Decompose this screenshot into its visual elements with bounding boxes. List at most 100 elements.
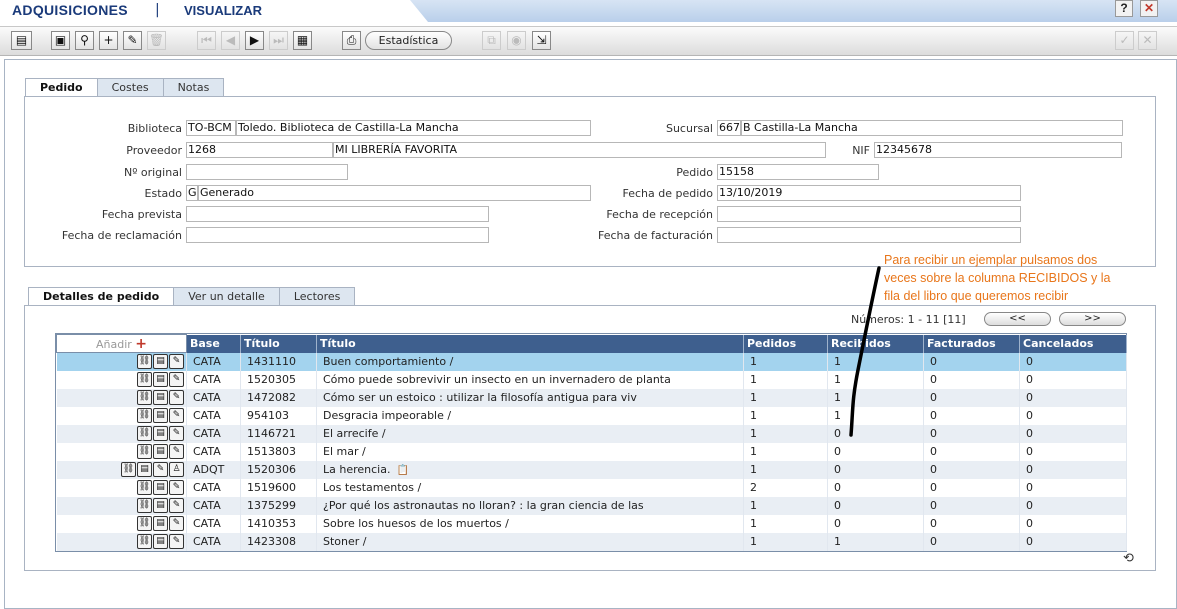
original-field[interactable] bbox=[186, 164, 348, 180]
link-icon[interactable]: ⛓ bbox=[137, 498, 152, 513]
fecha-pedido-field[interactable]: 13/10/2019 bbox=[717, 185, 1021, 201]
proveedor-code-field[interactable]: 1268 bbox=[186, 142, 333, 158]
next-page-button[interactable]: >> bbox=[1059, 312, 1126, 326]
nif-field[interactable]: 12345678 bbox=[874, 142, 1122, 158]
export-icon[interactable]: ⇲ bbox=[532, 31, 551, 50]
table-view-icon[interactable]: ▦ bbox=[293, 31, 312, 50]
fecha-recepcion-field[interactable] bbox=[717, 206, 1021, 222]
refresh-icon[interactable]: ⟲ bbox=[1123, 551, 1134, 566]
next-record-icon[interactable]: ▶ bbox=[245, 31, 264, 50]
column-pedidos[interactable]: Pedidos bbox=[743, 334, 828, 353]
tab-notas[interactable]: Notas bbox=[162, 78, 225, 97]
edit-icon[interactable]: ✎ bbox=[169, 354, 184, 370]
edit-icon[interactable]: ✎ bbox=[123, 31, 142, 50]
fecha-facturacion-field[interactable] bbox=[717, 227, 1021, 243]
reader-icon[interactable]: ♙ bbox=[169, 462, 184, 477]
receipt-icon[interactable]: ▤ bbox=[153, 354, 168, 370]
column-facturados[interactable]: Facturados bbox=[923, 334, 1020, 353]
table-row[interactable]: ⛓ ▤ ✎ CATA 954103 Desgracia impeorable /1 1 0 0 bbox=[56, 406, 1127, 425]
sucursal-name-field[interactable]: B Castilla-La Mancha bbox=[741, 120, 1123, 136]
table-row[interactable]: ⛓ ▤ ✎ CATA 1410353 Sobre los huesos de los mu… bbox=[56, 514, 1127, 533]
edit-icon[interactable]: ✎ bbox=[169, 426, 184, 441]
link-icon[interactable]: ⛓ bbox=[137, 444, 152, 459]
table-row[interactable]: ⛓ ▤ ✎ CATA 1146721 El arrecife /1 0 0 0 bbox=[56, 424, 1127, 443]
biblioteca-code-field[interactable]: TO-BCM bbox=[186, 120, 236, 136]
edit-icon[interactable]: ✎ bbox=[169, 390, 184, 405]
previous-record-icon[interactable]: ◀ bbox=[221, 31, 240, 50]
estado-code-field[interactable]: G bbox=[186, 185, 198, 201]
pedido-field[interactable]: 15158 bbox=[717, 164, 879, 180]
delete-icon[interactable]: 🗑 bbox=[147, 31, 166, 50]
statistics-button[interactable]: Estadística bbox=[365, 31, 452, 50]
copy-icon[interactable]: ⧉ bbox=[482, 31, 501, 50]
table-row[interactable]: ⛓ ▤ ✎ CATA 1513803 El mar /1 0 0 0 bbox=[56, 442, 1127, 461]
receipt-icon[interactable]: ▤ bbox=[153, 498, 168, 513]
view-menu-icon[interactable]: ▤ bbox=[11, 31, 32, 50]
tab-lectores[interactable]: Lectores bbox=[278, 287, 356, 306]
table-row[interactable]: ⛓ ▤ ✎ CATA 1520305 Cómo puede sobrevivir un i… bbox=[56, 370, 1127, 389]
receipt-icon[interactable]: ▤ bbox=[153, 444, 168, 459]
tab-pedido[interactable]: Pedido bbox=[25, 78, 98, 98]
edit-icon[interactable]: ✎ bbox=[169, 534, 184, 549]
link-icon[interactable]: ⛓ bbox=[137, 390, 152, 405]
column-base[interactable]: Base bbox=[186, 334, 241, 353]
tab-ver-detalle[interactable]: Ver un detalle bbox=[173, 287, 280, 306]
edit-icon[interactable]: ✎ bbox=[169, 444, 184, 459]
print-icon[interactable]: ⎙ bbox=[342, 31, 361, 50]
link-icon[interactable]: ⛓ bbox=[137, 354, 152, 370]
receipt-icon[interactable]: ▤ bbox=[153, 516, 168, 531]
link-icon[interactable]: ⛓ bbox=[137, 426, 152, 441]
edit-icon[interactable]: ✎ bbox=[169, 372, 184, 387]
help-button[interactable]: ? bbox=[1115, 0, 1133, 17]
link-icon[interactable]: ⛓ bbox=[137, 480, 152, 495]
link-icon[interactable]: ⛓ bbox=[137, 372, 152, 387]
column-titulo[interactable]: Título bbox=[316, 334, 744, 353]
table-row[interactable]: ⛓ ▤ ✎ CATA 1431110 Buen comportamiento /1 1 0 0 bbox=[56, 352, 1127, 371]
link-icon[interactable]: ⛓ bbox=[137, 408, 152, 423]
proveedor-name-field[interactable]: MI LIBRERÍA FAVORITA bbox=[333, 142, 826, 158]
table-row[interactable]: ⛓ ▤ ✎ ♙ ADQT 1520306 La herencia. 📋 1 0 0 0 bbox=[56, 460, 1127, 479]
cancel-icon[interactable]: ✕ bbox=[1138, 31, 1157, 50]
close-button[interactable]: ✕ bbox=[1140, 0, 1158, 17]
table-row[interactable]: ⛓ ▤ ✎ CATA 1519600 Los testamentos /2 0 0 0 bbox=[56, 478, 1127, 497]
receipt-icon[interactable]: ▤ bbox=[153, 426, 168, 441]
receipt-icon[interactable]: ▤ bbox=[153, 408, 168, 423]
table-row[interactable]: ⛓ ▤ ✎ CATA 1472082 Cómo ser un estoico : util… bbox=[56, 388, 1127, 407]
receipt-icon[interactable]: ▤ bbox=[153, 480, 168, 495]
sucursal-code-field[interactable]: 667 bbox=[717, 120, 741, 136]
form-view-icon[interactable]: ▣ bbox=[51, 31, 70, 50]
receipt-icon[interactable]: ▤ bbox=[153, 534, 168, 549]
column-titulo-code[interactable]: Título bbox=[240, 334, 317, 353]
add-line-button[interactable]: Añadir + bbox=[56, 334, 187, 353]
link-icon[interactable]: ⛓ bbox=[121, 462, 136, 477]
edit-icon[interactable]: ✎ bbox=[169, 480, 184, 495]
edit-icon[interactable]: ✎ bbox=[169, 408, 184, 423]
tab-detalles-pedido[interactable]: Detalles de pedido bbox=[28, 287, 175, 307]
note-icon[interactable]: 📋 bbox=[396, 465, 408, 476]
link-icon[interactable]: ⛓ bbox=[137, 516, 152, 531]
tab-costes[interactable]: Costes bbox=[96, 78, 164, 97]
last-record-icon[interactable]: ⏭ bbox=[269, 31, 288, 50]
edit-icon[interactable]: ✎ bbox=[153, 462, 168, 477]
biblioteca-name-field[interactable]: Toledo. Biblioteca de Castilla-La Mancha bbox=[236, 120, 591, 136]
column-recibidos[interactable]: Recibidos bbox=[827, 334, 924, 353]
fecha-reclamacion-field[interactable] bbox=[186, 227, 489, 243]
accept-icon[interactable]: ✓ bbox=[1115, 31, 1134, 50]
receipt-icon[interactable]: ▤ bbox=[153, 390, 168, 405]
table-row[interactable]: ⛓ ▤ ✎ CATA 1423308 Stoner /1 1 0 0 bbox=[56, 532, 1127, 551]
first-record-icon[interactable]: ⏮ bbox=[197, 31, 216, 50]
estado-name-field[interactable]: Generado bbox=[198, 185, 591, 201]
cell-titulo: El mar / bbox=[316, 442, 744, 461]
column-cancelados[interactable]: Cancelados bbox=[1019, 334, 1127, 353]
search-icon[interactable]: ⚲ bbox=[75, 31, 94, 50]
add-icon[interactable]: + bbox=[99, 31, 118, 50]
edit-icon[interactable]: ✎ bbox=[169, 498, 184, 513]
table-row[interactable]: ⛓ ▤ ✎ CATA 1375299 ¿Por qué los astronautas n… bbox=[56, 496, 1127, 515]
receipt-icon[interactable]: ▤ bbox=[137, 462, 152, 477]
receipt-icon[interactable]: ▤ bbox=[153, 372, 168, 387]
link-icon[interactable]: ⛓ bbox=[137, 534, 152, 549]
edit-icon[interactable]: ✎ bbox=[169, 516, 184, 531]
previous-page-button[interactable]: << bbox=[984, 312, 1051, 326]
fecha-prevista-field[interactable] bbox=[186, 206, 489, 222]
camera-icon[interactable]: ◉ bbox=[507, 31, 526, 50]
